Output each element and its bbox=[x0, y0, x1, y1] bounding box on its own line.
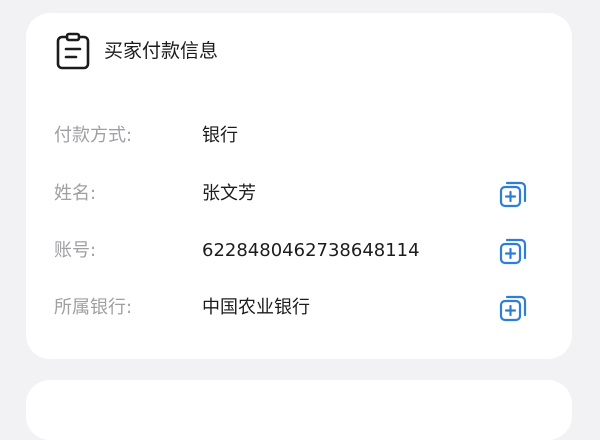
name-value: 张文芳 bbox=[202, 183, 256, 204]
payment-method-label: 付款方式: bbox=[54, 125, 133, 146]
bank-label: 所属银行: bbox=[54, 297, 133, 318]
next-card bbox=[26, 380, 572, 440]
copy-name-button[interactable] bbox=[498, 178, 530, 210]
account-value: 6228480462738648114 bbox=[202, 240, 420, 261]
copy-account-button[interactable] bbox=[498, 235, 530, 267]
copy-icon bbox=[499, 238, 527, 265]
payment-info-card: 买家付款信息 付款方式: 银行 姓名: 张文芳 账号: 622848046273… bbox=[26, 13, 572, 359]
copy-icon bbox=[499, 295, 527, 322]
card-title: 买家付款信息 bbox=[104, 40, 219, 62]
name-label: 姓名: bbox=[54, 183, 97, 204]
account-label: 账号: bbox=[54, 240, 97, 261]
document-list-icon bbox=[56, 32, 90, 70]
copy-bank-button[interactable] bbox=[498, 292, 530, 324]
copy-icon bbox=[499, 181, 527, 208]
payment-method-value: 银行 bbox=[202, 125, 238, 146]
bank-value: 中国农业银行 bbox=[202, 297, 310, 318]
